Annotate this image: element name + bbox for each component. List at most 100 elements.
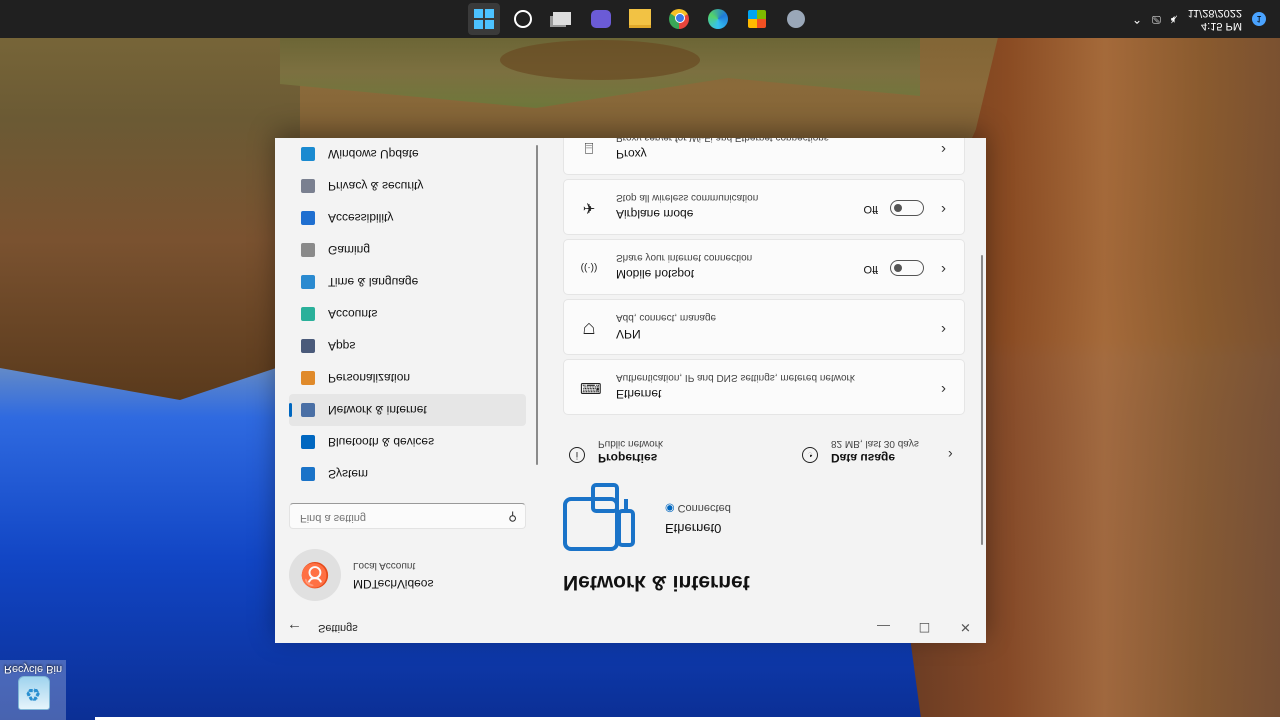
settings-taskbar-button[interactable] — [780, 3, 812, 35]
toggle-switch[interactable] — [890, 200, 924, 216]
toggle-switch[interactable] — [890, 260, 924, 276]
info-icon: i — [569, 447, 585, 463]
connection-name: Ethernet0 — [665, 521, 722, 536]
network-icon — [301, 403, 315, 417]
edge-button[interactable] — [702, 3, 734, 35]
meet-button[interactable] — [585, 3, 617, 35]
card-title: VPN — [616, 327, 641, 341]
sidebar-item-accounts[interactable]: Accounts — [289, 298, 526, 330]
sidebar-item-network[interactable]: Network & internet — [289, 394, 526, 426]
settings-icon — [787, 10, 805, 28]
hotspot-icon: ((·)) — [580, 262, 598, 273]
sidebar-item-gaming[interactable]: Gaming — [289, 234, 526, 266]
properties-title: Properties — [598, 451, 658, 465]
sidebar-item-label: Privacy & security — [328, 179, 424, 193]
setting-card-airplane[interactable]: ✈ Airplane mode Stop all wireless communic… — [563, 179, 965, 235]
chrome-button[interactable] — [663, 3, 695, 35]
shield-icon — [301, 179, 315, 193]
meet-icon — [591, 10, 611, 28]
sidebar-item-accessibility[interactable]: Accessibility — [289, 202, 526, 234]
setting-card-vpn[interactable]: ⛉ VPN Add, connect, manage › — [563, 299, 965, 355]
window-title: Settings — [318, 622, 358, 634]
taskbar: ⌃ ⎚ 🔇︎ 4:15 PM 11/28/2022 1 — [0, 0, 1280, 38]
gaming-icon — [301, 243, 315, 257]
back-arrow-icon[interactable]: ← — [287, 620, 302, 637]
properties-subtitle: Public network — [598, 438, 664, 449]
toggle-state-label: Off — [863, 203, 878, 215]
account-type: Local Account — [353, 560, 416, 571]
network-status-icon[interactable]: ⎚ — [1152, 13, 1161, 26]
setting-card-hotspot[interactable]: ((·)) Mobile hotspot Share your internet c… — [563, 239, 965, 295]
task-view-button[interactable] — [546, 3, 578, 35]
search-input[interactable] — [298, 511, 502, 525]
card-subtitle: Share your internet connection — [616, 252, 753, 263]
file-explorer-button[interactable] — [624, 3, 656, 35]
sidebar-item-label: Personalization — [328, 371, 411, 385]
settings-window: ← Settings — ☐ ✕ ♉ MDTechVideos Local Ac… — [275, 138, 986, 643]
sidebar-item-label: Apps — [328, 339, 356, 353]
sidebar-scrollbar[interactable] — [536, 145, 538, 465]
clock-time: 4:15 PM — [1201, 20, 1242, 32]
proxy-icon: ⌸ — [584, 139, 594, 156]
sidebar-item-label: Accounts — [328, 307, 378, 321]
sidebar-item-apps[interactable]: Apps — [289, 330, 526, 362]
data-usage-button[interactable]: ◔ Data usage 82 MB, last 30 days › — [798, 433, 958, 473]
accessibility-icon — [301, 211, 315, 225]
card-subtitle: Proxy server for Wi-Fi and Ethernet conn… — [616, 138, 829, 143]
card-subtitle: Add, connect, manage — [616, 312, 717, 323]
volume-muted-icon[interactable]: 🔇︎ — [1171, 13, 1178, 26]
bluetooth-icon — [301, 435, 315, 449]
card-subtitle: Authentication, IP and DNS settings, met… — [616, 372, 855, 383]
sidebar-item-label: Time & language — [328, 275, 419, 289]
sidebar-item-label: Windows Update — [328, 147, 419, 161]
system-tray: ⌃ ⎚ 🔇︎ 4:15 PM 11/28/2022 1 — [1132, 0, 1266, 38]
chevron-right-icon: › — [941, 321, 946, 338]
setting-card-ethernet[interactable]: ⌨ Ethernet Authentication, IP and DNS sett… — [563, 359, 965, 415]
chevron-right-icon: › — [941, 381, 946, 398]
sidebar-nav: System Bluetooth & devices Network & inter… — [289, 138, 526, 490]
sidebar-item-shield[interactable]: Privacy & security — [289, 170, 526, 202]
search-icon — [514, 10, 532, 28]
user-profile[interactable]: ♉ MDTechVideos Local Account — [289, 549, 529, 601]
ethernet-icon: ⌨ — [580, 379, 602, 396]
recycle-bin-label: Recycle Bin — [4, 663, 63, 675]
card-subtitle: Stop all wireless communication — [616, 192, 759, 203]
sidebar-item-update[interactable]: Windows Update — [289, 138, 526, 170]
globe-icon: ◉ — [665, 502, 675, 514]
wallpaper-cliff — [0, 0, 300, 400]
clock[interactable]: 4:15 PM 11/28/2022 — [1188, 6, 1242, 32]
user-name: MDTechVideos — [353, 577, 434, 591]
taskbar-search-button[interactable] — [507, 3, 539, 35]
sidebar-item-globe-clock[interactable]: Time & language — [289, 266, 526, 298]
settings-cards: ⌨ Ethernet Authentication, IP and DNS sett… — [563, 138, 965, 415]
screen: Recycle Bin ← Settings — ☐ ✕ ♉ MDTechVid… — [0, 0, 1280, 720]
search-icon: ⚲ — [508, 510, 517, 524]
chevron-up-icon[interactable]: ⌃ — [1132, 12, 1142, 26]
avatar: ♉ — [289, 549, 341, 601]
content-scrollbar[interactable] — [981, 255, 983, 545]
clock-date: 11/28/2022 — [1187, 7, 1242, 19]
wallpaper-river — [500, 40, 700, 80]
sidebar-item-brush[interactable]: Personalization — [289, 362, 526, 394]
globe-clock-icon — [301, 275, 315, 289]
sidebar-item-system[interactable]: System — [289, 458, 526, 490]
notification-badge[interactable]: 1 — [1252, 12, 1266, 26]
update-icon — [301, 147, 315, 161]
sidebar-item-label: System — [328, 467, 369, 481]
sidebar-item-label: Accessibility — [328, 211, 394, 225]
recycle-bin[interactable]: Recycle Bin — [0, 660, 66, 720]
data-usage-title: Data usage — [831, 451, 896, 465]
start-button[interactable] — [468, 3, 500, 35]
sidebar-item-label: Gaming — [328, 243, 371, 257]
sidebar-item-label: Network & internet — [328, 403, 427, 417]
chrome-icon — [669, 9, 689, 29]
properties-button[interactable]: i Properties Public network — [565, 433, 765, 473]
data-usage-subtitle: 82 MB, last 30 days — [831, 438, 919, 449]
connection-status: ◉ Connected — [665, 502, 731, 515]
setting-card-proxy[interactable]: ⌸ Proxy Proxy server for Wi-Fi and Etherne… — [563, 138, 965, 175]
search-box[interactable]: ⚲ — [289, 503, 526, 529]
data-usage-icon: ◔ — [802, 447, 818, 463]
store-button[interactable] — [741, 3, 773, 35]
sidebar-item-bluetooth[interactable]: Bluetooth & devices — [289, 426, 526, 458]
airplane-icon: ✈ — [582, 199, 596, 216]
